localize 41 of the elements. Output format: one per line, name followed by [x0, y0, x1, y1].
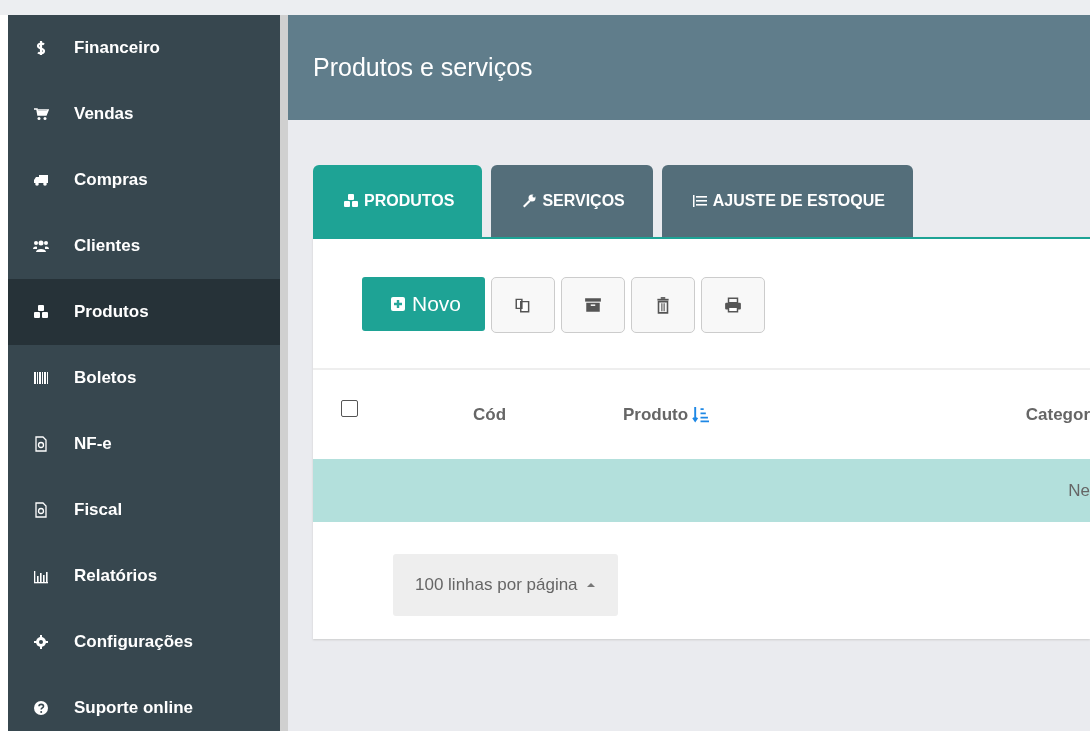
archive-icon	[584, 296, 603, 314]
users-icon	[33, 238, 49, 254]
column-header[interactable]: Categor	[1025, 404, 1090, 425]
tab[interactable]: SERVIÇOS	[491, 165, 653, 237]
help-icon	[33, 700, 49, 716]
sidebar-item[interactable]: Financeiro	[8, 15, 280, 81]
document-icon	[33, 436, 49, 452]
page-title: Produtos e serviços	[313, 53, 533, 82]
sort-icon	[692, 406, 710, 423]
bar-chart-icon	[33, 568, 49, 584]
cart-icon	[33, 106, 49, 122]
sidebar-item[interactable]: Produtos	[8, 279, 280, 345]
page-size-dropdown[interactable]: 100 linhas por página	[393, 554, 618, 616]
plus-icon	[390, 296, 406, 312]
column-header[interactable]: Produto	[623, 404, 1026, 425]
sidebar-item[interactable]: Relatórios	[8, 543, 280, 609]
caret-icon	[585, 582, 596, 588]
truck-icon	[33, 172, 49, 188]
column-header[interactable]: Cód	[473, 404, 623, 425]
sidebar-item[interactable]: Configurações	[8, 609, 280, 675]
cubes-icon	[343, 193, 359, 209]
sidebar-item[interactable]: Boletos	[8, 345, 280, 411]
cubes-icon	[33, 304, 49, 320]
delete-button[interactable]	[631, 277, 696, 333]
sidebar-item[interactable]: Clientes	[8, 213, 280, 279]
sidebar-item[interactable]: Vendas	[8, 81, 280, 147]
select-all-checkbox[interactable]	[341, 400, 358, 417]
sidebar-item[interactable]: NF-e	[8, 411, 280, 477]
empty-message: Ne	[1068, 480, 1090, 501]
sidebar-item[interactable]: Fiscal	[8, 477, 280, 543]
print-button[interactable]	[701, 277, 766, 333]
barcode-icon	[33, 370, 49, 386]
sidebar-item[interactable]: Compras	[8, 147, 280, 213]
sidebar-item[interactable]: Suporte online	[8, 675, 280, 731]
scrollbar[interactable]	[280, 15, 288, 731]
print-icon	[724, 296, 743, 314]
wrench-icon	[521, 193, 538, 209]
document-icon	[33, 502, 49, 518]
tab[interactable]: AJUSTE DE ESTOQUE	[661, 165, 913, 237]
list-icon	[691, 193, 708, 209]
archive-button[interactable]	[561, 277, 626, 333]
